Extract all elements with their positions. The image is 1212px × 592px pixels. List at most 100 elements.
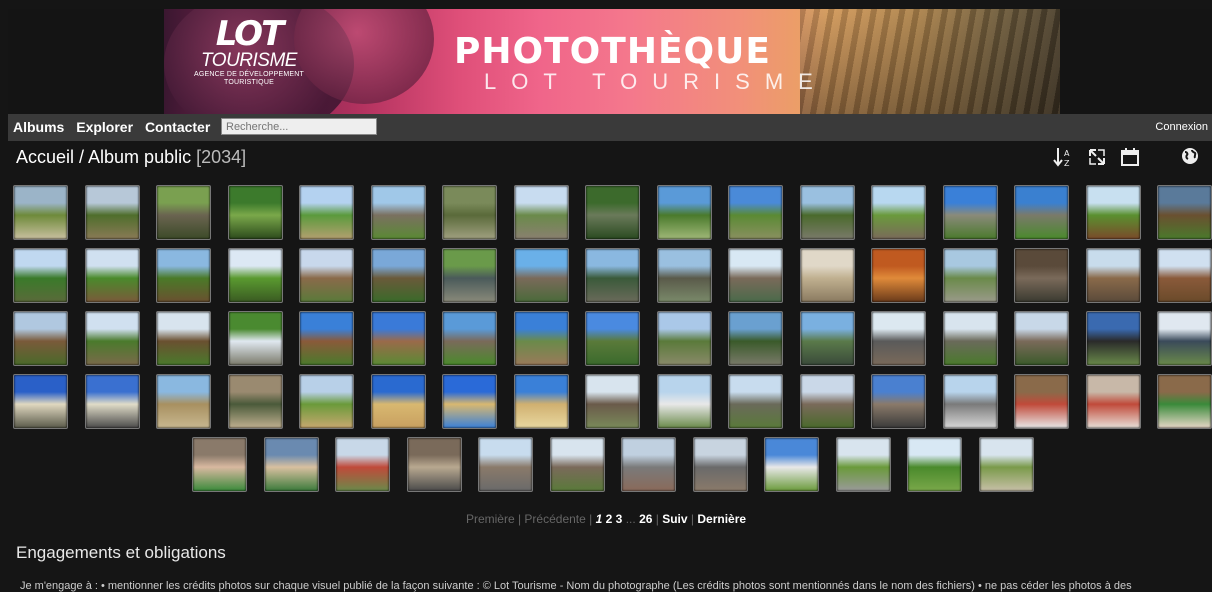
- sort-az-icon[interactable]: AZ: [1052, 146, 1074, 172]
- photo-thumbnail[interactable]: [192, 437, 247, 492]
- photo-thumbnail[interactable]: [406, 437, 462, 492]
- menu-contacter[interactable]: Contacter: [145, 119, 210, 135]
- photo-thumbnail[interactable]: [442, 374, 497, 429]
- photo-thumbnail[interactable]: [370, 374, 426, 429]
- photo-thumbnail[interactable]: [871, 374, 926, 429]
- photo-thumbnail[interactable]: [227, 248, 283, 303]
- photo-thumbnail[interactable]: [370, 248, 426, 303]
- photo-thumbnail[interactable]: [585, 311, 640, 366]
- photo-thumbnail[interactable]: [299, 374, 354, 429]
- photo-thumbnail[interactable]: [1014, 185, 1069, 240]
- photo-thumbnail[interactable]: [1157, 374, 1212, 429]
- menu-explorer[interactable]: Explorer: [76, 119, 133, 135]
- photo-thumbnail[interactable]: [1157, 311, 1212, 366]
- photo-thumbnail[interactable]: [621, 437, 676, 492]
- photo-thumbnail[interactable]: [299, 185, 354, 240]
- photo-thumbnail[interactable]: [227, 374, 283, 429]
- pager-prev: Précédente: [524, 512, 586, 526]
- photo-thumbnail[interactable]: [442, 248, 497, 303]
- pager-next[interactable]: Suiv: [662, 512, 687, 526]
- photo-thumbnail[interactable]: [656, 311, 712, 366]
- photo-thumbnail[interactable]: [513, 248, 569, 303]
- photo-thumbnail[interactable]: [1085, 248, 1141, 303]
- photo-thumbnail[interactable]: [478, 437, 533, 492]
- photo-thumbnail[interactable]: [1085, 374, 1141, 429]
- photo-thumbnail[interactable]: [227, 311, 283, 366]
- login-link[interactable]: Connexion: [1155, 121, 1208, 133]
- photo-thumbnail[interactable]: [692, 437, 748, 492]
- calendar-icon[interactable]: [1119, 146, 1141, 172]
- photo-thumbnail[interactable]: [13, 248, 68, 303]
- photo-thumbnail[interactable]: [370, 185, 426, 240]
- photo-thumbnail[interactable]: [656, 374, 712, 429]
- banner-image[interactable]: LOT TOURISME AGENCE DE DÉVELOPPEMENT TOU…: [164, 9, 1060, 114]
- photo-thumbnail[interactable]: [84, 185, 140, 240]
- photo-thumbnail[interactable]: [263, 437, 319, 492]
- photo-thumbnail[interactable]: [335, 437, 390, 492]
- photo-thumbnail[interactable]: [728, 311, 783, 366]
- photo-thumbnail[interactable]: [799, 374, 855, 429]
- slideshow-expand-icon[interactable]: [1086, 146, 1108, 172]
- photo-thumbnail[interactable]: [835, 437, 891, 492]
- photo-thumbnail[interactable]: [84, 248, 140, 303]
- photo-thumbnail[interactable]: [13, 311, 68, 366]
- photo-thumbnail[interactable]: [585, 248, 640, 303]
- photo-thumbnail[interactable]: [13, 374, 68, 429]
- photo-thumbnail[interactable]: [84, 311, 140, 366]
- photo-thumbnail[interactable]: [585, 185, 640, 240]
- pager-page-3[interactable]: 3: [616, 512, 623, 526]
- photo-thumbnail[interactable]: [299, 311, 354, 366]
- photo-thumbnail[interactable]: [1157, 248, 1212, 303]
- search-input[interactable]: [221, 118, 377, 135]
- photo-thumbnail[interactable]: [728, 185, 783, 240]
- photo-thumbnail[interactable]: [656, 185, 712, 240]
- photo-thumbnail[interactable]: [156, 311, 211, 366]
- photo-thumbnail[interactable]: [942, 374, 998, 429]
- photo-thumbnail[interactable]: [13, 185, 68, 240]
- photo-thumbnail[interactable]: [799, 311, 855, 366]
- photo-thumbnail[interactable]: [585, 374, 640, 429]
- photo-thumbnail[interactable]: [907, 437, 962, 492]
- photo-thumbnail[interactable]: [549, 437, 605, 492]
- photo-thumbnail[interactable]: [156, 185, 211, 240]
- photo-thumbnail[interactable]: [942, 248, 998, 303]
- pager-page-26[interactable]: 26: [639, 512, 652, 526]
- photo-thumbnail[interactable]: [978, 437, 1034, 492]
- photo-thumbnail[interactable]: [299, 248, 354, 303]
- photo-thumbnail[interactable]: [764, 437, 819, 492]
- photo-thumbnail[interactable]: [656, 248, 712, 303]
- photo-thumbnail[interactable]: [1014, 374, 1069, 429]
- breadcrumb[interactable]: Accueil / Album public: [16, 147, 191, 167]
- menu-albums[interactable]: Albums: [13, 119, 64, 135]
- photo-thumbnail[interactable]: [156, 248, 211, 303]
- photo-thumbnail[interactable]: [871, 185, 926, 240]
- photo-thumbnail[interactable]: [513, 311, 569, 366]
- photo-thumbnail[interactable]: [799, 248, 855, 303]
- photo-thumbnail[interactable]: [156, 374, 211, 429]
- photo-thumbnail[interactable]: [871, 248, 926, 303]
- photo-thumbnail[interactable]: [942, 185, 998, 240]
- photo-thumbnail[interactable]: [1014, 311, 1069, 366]
- page-title: Accueil / Album public [2034]: [16, 147, 246, 168]
- photo-thumbnail[interactable]: [513, 374, 569, 429]
- photo-thumbnail[interactable]: [871, 311, 926, 366]
- pager-last[interactable]: Dernière: [697, 512, 746, 526]
- photo-thumbnail[interactable]: [1014, 248, 1069, 303]
- photo-thumbnail[interactable]: [1085, 185, 1141, 240]
- photo-thumbnail[interactable]: [942, 311, 998, 366]
- menu-bar: Albums Explorer Contacter Connexion: [8, 114, 1212, 141]
- photo-thumbnail[interactable]: [1085, 311, 1141, 366]
- photo-thumbnail[interactable]: [442, 311, 497, 366]
- photo-thumbnail[interactable]: [227, 185, 283, 240]
- photo-thumbnail[interactable]: [728, 248, 783, 303]
- globe-map-icon[interactable]: [1179, 146, 1201, 170]
- photo-thumbnail[interactable]: [370, 311, 426, 366]
- photo-thumbnail[interactable]: [1157, 185, 1212, 240]
- photo-thumbnail[interactable]: [513, 185, 569, 240]
- photo-thumbnail[interactable]: [442, 185, 497, 240]
- photo-thumbnail[interactable]: [728, 374, 783, 429]
- photo-thumbnail[interactable]: [84, 374, 140, 429]
- pager-page-2[interactable]: 2: [606, 512, 613, 526]
- svg-text:Z: Z: [1064, 159, 1070, 168]
- photo-thumbnail[interactable]: [799, 185, 855, 240]
